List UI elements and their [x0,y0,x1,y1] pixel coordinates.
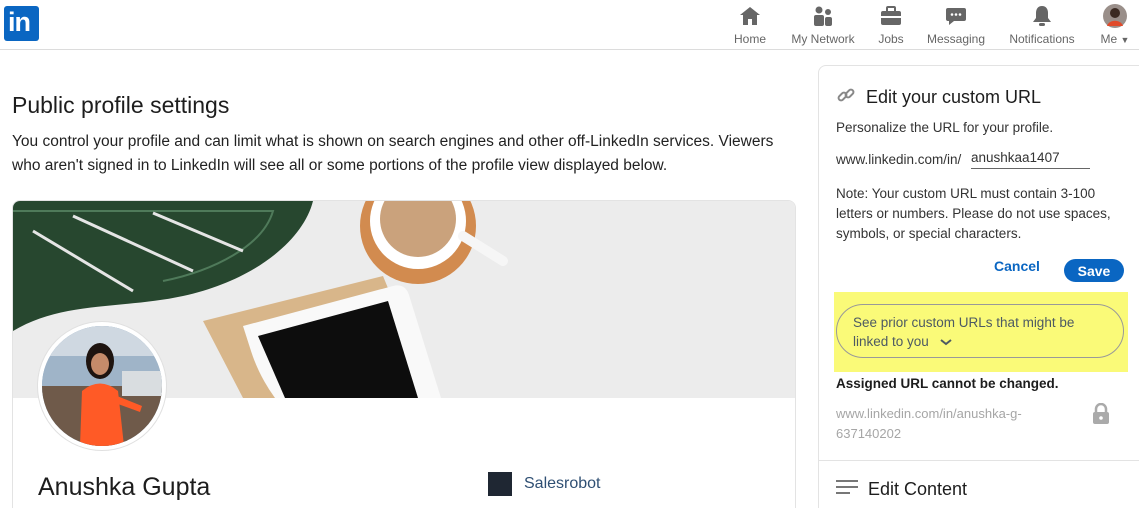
custom-url-panel: Edit your custom URL Personalize the URL… [818,65,1139,508]
nav-home[interactable]: Home [733,4,767,46]
profile-card: Anushka Gupta Salesrobot [12,200,796,508]
custom-url-input[interactable] [971,150,1090,169]
avatar-icon [1097,4,1133,28]
edit-content-section[interactable]: Edit Content [836,479,967,500]
save-button[interactable]: Save [1064,259,1124,282]
nav-me-label: Me ▼ [1097,32,1133,46]
menu-lines-icon [836,479,858,500]
panel-header: Edit your custom URL [836,85,1041,110]
panel-title: Edit your custom URL [866,87,1042,107]
logo-text: in [8,7,31,37]
profile-avatar[interactable] [38,322,166,450]
assigned-url-value: www.linkedin.com/in/anushka-g-637140202 [836,406,1022,441]
home-icon [733,4,767,28]
network-icon [788,4,858,28]
linkedin-logo[interactable]: in [4,6,39,41]
nav-messaging-label: Messaging [926,32,986,46]
company-logo[interactable] [488,472,512,496]
bell-icon [1006,4,1078,28]
prior-urls-button[interactable]: See prior custom URLs that might be link… [836,304,1124,358]
nav-my-network-label: My Network [791,32,855,46]
nav-jobs-label: Jobs [878,32,904,46]
edit-content-label: Edit Content [868,479,968,499]
nav-jobs[interactable]: Jobs [876,4,906,46]
lock-icon [1091,402,1111,430]
caret-down-icon: ▼ [1120,35,1130,45]
nav-me[interactable]: Me ▼ [1097,4,1133,46]
url-prefix: www.linkedin.com/in/ [836,152,962,167]
chevron-down-icon [939,333,953,352]
cancel-button[interactable]: Cancel [994,258,1040,274]
top-navigation: in Home My Network Jobs Messaging Notifi… [0,0,1139,50]
nav-notifications-label: Notifications [1009,32,1075,46]
nav-notifications[interactable]: Notifications [1006,4,1078,46]
chat-icon [925,4,987,28]
link-icon [836,85,856,110]
nav-messaging[interactable]: Messaging [925,4,987,46]
panel-divider [819,460,1139,461]
highlight-box: See prior custom URLs that might be link… [834,292,1128,372]
assigned-url-label: Assigned URL cannot be changed. [836,376,1059,391]
profile-name: Anushka Gupta [38,473,211,501]
briefcase-icon [876,4,906,28]
panel-subtitle: Personalize the URL for your profile. [836,120,1054,135]
page-description: You control your profile and can limit w… [12,133,774,174]
company-link[interactable]: Salesrobot [524,475,601,493]
nav-me-text: Me [1100,32,1118,46]
page-title: Public profile settings [12,92,230,118]
nav-home-label: Home [733,32,766,46]
nav-my-network[interactable]: My Network [788,4,858,46]
url-note: Note: Your custom URL must contain 3-100… [836,186,1111,241]
prior-urls-label: See prior custom URLs that might be link… [853,315,1075,349]
